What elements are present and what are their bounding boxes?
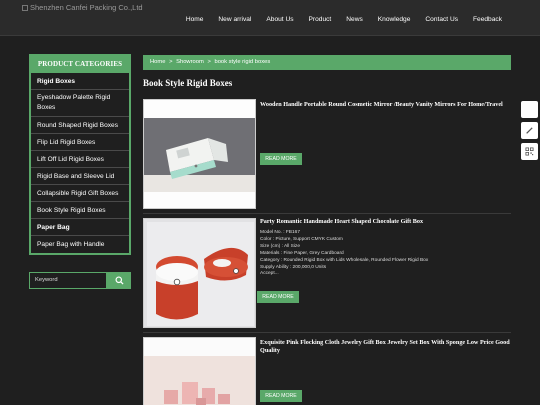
sidebar-item-label: Paper Bag	[37, 224, 70, 231]
jewelry-box-image	[144, 338, 255, 405]
qr-code-button[interactable]	[521, 143, 538, 160]
nav-news[interactable]: News	[346, 16, 363, 23]
breadcrumb-home[interactable]: Home	[150, 59, 165, 65]
spec-category: Category : Rounded Rigid Box with Lids W…	[260, 257, 429, 263]
breadcrumb-separator: >	[169, 59, 173, 65]
qr-code-icon	[525, 147, 534, 156]
search-input[interactable]: Keyword	[29, 272, 107, 289]
breadcrumb: Home > Showroom > book style rigid boxes	[143, 55, 511, 70]
search-icon	[114, 276, 124, 285]
nav-contact-us[interactable]: Contact Us	[425, 16, 458, 23]
logo-alt-text: Shenzhen Canfei Packing Co.,Ltd	[30, 3, 143, 12]
nav-feedback[interactable]: Feedback	[473, 16, 502, 23]
sidebar-item-paper-bag[interactable]: Paper Bag	[31, 219, 129, 236]
sidebar-title: PRODUCT CATEGORIES	[31, 56, 129, 73]
read-more-button[interactable]: READ MORE	[260, 390, 302, 402]
sidebar-item-label: Rigid Boxes	[37, 78, 76, 85]
nav-knowledge[interactable]: Knowledge	[378, 16, 411, 23]
sidebar-item-collapsible[interactable]: Collapsible Rigid Gift Boxes	[31, 185, 129, 202]
product-info: Exquisite Pink Flocking Cloth Jewelry Gi…	[260, 337, 511, 355]
spec-accept: Accept...	[260, 271, 279, 277]
main-nav: Home New arrival About Us Product News K…	[186, 16, 502, 23]
sidebar-item-base-and-sleeve[interactable]: Rigid Base and Sleeve Lid	[31, 168, 129, 185]
product-image[interactable]	[143, 218, 256, 328]
sidebar-item-flip-lid[interactable]: Flip Lid Rigid Boxes	[31, 134, 129, 151]
product-title[interactable]: Exquisite Pink Flocking Cloth Jewelry Gi…	[260, 339, 511, 355]
sidebar-item-book-style[interactable]: Book Style Rigid Boxes	[31, 202, 129, 219]
mirror-box-image	[144, 100, 255, 208]
product-image[interactable]	[143, 99, 256, 209]
sidebar-item-label: Paper Bag with Handle	[37, 241, 105, 248]
sidebar-item-label: Eyeshadow Palette Rigid Boxes	[37, 94, 111, 111]
sidebar-item-label: Book Style Rigid Boxes	[37, 207, 106, 214]
sidebar-item-paper-bag-handle[interactable]: Paper Bag with Handle	[31, 236, 129, 253]
sidebar-item-label: Flip Lid Rigid Boxes	[37, 139, 96, 146]
spec-size: Size (cm) : All Size	[260, 243, 300, 249]
product-item: Party Romantic Handmade Heart Shaped Cho…	[143, 218, 511, 328]
message-icon	[525, 106, 534, 113]
edit-icon	[526, 127, 533, 134]
nav-home[interactable]: Home	[186, 16, 204, 23]
read-more-button[interactable]: READ MORE	[257, 291, 299, 303]
broken-image-icon	[22, 4, 28, 11]
sidebar-item-label: Rigid Base and Sleeve Lid	[37, 173, 115, 180]
page-title: Book Style Rigid Boxes	[143, 78, 233, 88]
breadcrumb-current: book style rigid boxes	[214, 59, 271, 65]
breadcrumb-separator: >	[207, 59, 211, 65]
sidebar-item-lift-off-lid[interactable]: Lift Off Lid Rigid Boxes	[31, 151, 129, 168]
product-image[interactable]	[143, 337, 256, 405]
product-categories-sidebar: PRODUCT CATEGORIES Rigid Boxes Eyeshadow…	[29, 54, 131, 255]
nav-about-us[interactable]: About Us	[266, 16, 293, 23]
sidebar-item-rigid-boxes[interactable]: Rigid Boxes	[31, 73, 129, 90]
product-item: Exquisite Pink Flocking Cloth Jewelry Gi…	[143, 337, 511, 405]
spec-supply: Supply Ability : 200,000,0 Units	[260, 264, 327, 270]
nav-product[interactable]: Product	[309, 16, 332, 23]
logo[interactable]: Shenzhen Canfei Packing Co.,Ltd	[22, 3, 143, 12]
message-button[interactable]	[521, 101, 538, 118]
spec-model: Model No. : FB167	[260, 230, 300, 235]
product-info: Wooden Handle Portable Round Cosmetic Mi…	[260, 99, 511, 109]
edit-button[interactable]	[521, 122, 538, 139]
product-title[interactable]: Party Romantic Handmade Heart Shaped Cho…	[260, 218, 511, 226]
spec-materials: Materials : Fine Paper, Grey Cardboard	[260, 250, 344, 256]
nav-new-arrival[interactable]: New arrival	[218, 16, 251, 23]
product-specs: Model No. : FB167 Color : Picture, Suppo…	[260, 230, 511, 278]
search-button[interactable]	[107, 272, 131, 289]
heart-box-image	[144, 219, 255, 327]
divider	[143, 332, 511, 333]
product-item: Wooden Handle Portable Round Cosmetic Mi…	[143, 99, 511, 209]
sidebar-item-label: Lift Off Lid Rigid Boxes	[37, 156, 104, 163]
search-box: Keyword	[29, 272, 131, 289]
spec-color: Color : Picture, Support CMYK Custom	[260, 236, 343, 242]
sidebar-item-label: Round Shaped Rigid Boxes	[37, 122, 119, 129]
product-title[interactable]: Wooden Handle Portable Round Cosmetic Mi…	[260, 101, 511, 109]
product-info: Party Romantic Handmade Heart Shaped Cho…	[260, 218, 511, 278]
top-bar: Shenzhen Canfei Packing Co.,Ltd Home New…	[0, 0, 540, 36]
sidebar-item-label: Collapsible Rigid Gift Boxes	[37, 190, 119, 197]
breadcrumb-showroom[interactable]: Showroom	[176, 59, 204, 65]
divider	[143, 213, 511, 214]
sidebar-item-round-shaped[interactable]: Round Shaped Rigid Boxes	[31, 117, 129, 134]
sidebar-item-eyeshadow-palette[interactable]: Eyeshadow Palette Rigid Boxes	[31, 90, 129, 117]
read-more-button[interactable]: READ MORE	[260, 153, 302, 165]
